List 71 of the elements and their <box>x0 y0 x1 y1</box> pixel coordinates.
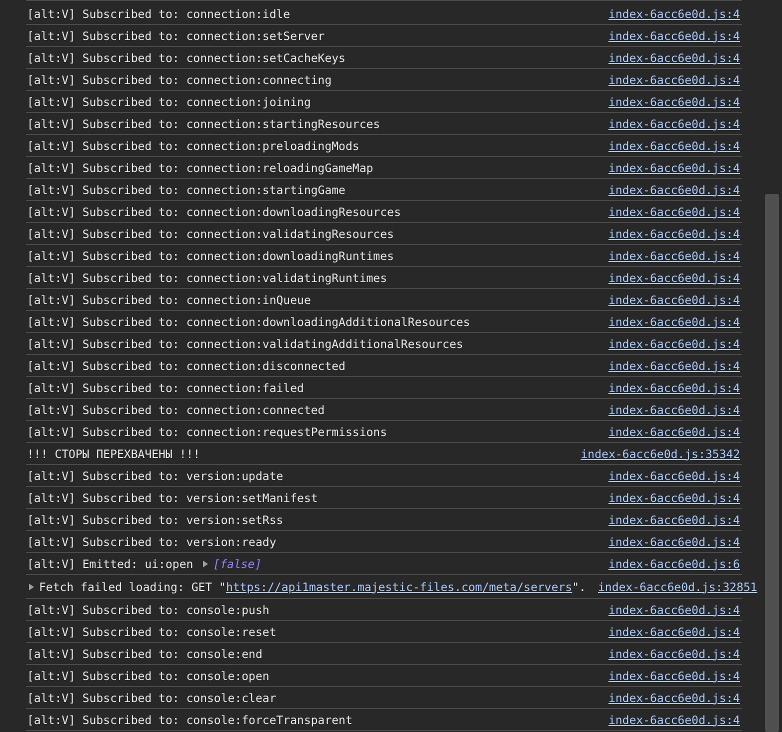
source-link[interactable]: index-6acc6e0d.js:4 <box>608 712 740 726</box>
source-link[interactable]: index-6acc6e0d.js:4 <box>608 270 740 284</box>
source-link[interactable]: index-6acc6e0d.js:4 <box>608 226 740 240</box>
log-message: [alt:V] Subscribed to: connection:preloadingMods <box>27 138 360 152</box>
scrollbar-thumb[interactable] <box>765 194 779 732</box>
log-message: [alt:V] Subscribed to: connection:validatingAdditionalResources <box>27 336 464 350</box>
log-message: [alt:V] Subscribed to: version:setRss <box>27 512 284 526</box>
fetch-message: Fetch failed loading: GET "https://api1master.majestic-files.com/meta/servers". <box>39 580 586 594</box>
object-value[interactable]: [false] <box>213 556 262 570</box>
source-link[interactable]: index-6acc6e0d.js:4 <box>608 72 740 86</box>
expand-triangle-icon[interactable] <box>29 582 34 590</box>
source-link[interactable]: index-6acc6e0d.js:4 <box>608 490 740 504</box>
log-message: [alt:V] Subscribed to: connection:downloadingAdditionalResources <box>27 314 470 328</box>
source-link[interactable]: index-6acc6e0d.js:4 <box>608 468 740 482</box>
log-message: !!! СТОРЫ ПЕРЕХВАЧЕНЫ !!! <box>27 446 200 460</box>
log-message: [alt:V] Emitted: ui:open <box>27 556 194 570</box>
source-link[interactable]: index-6acc6e0d.js:4 <box>608 534 740 548</box>
log-message: [alt:V] Subscribed to: connection:reloadingGameMap <box>27 160 374 174</box>
log-message: [alt:V] Subscribed to: connection:connecting <box>27 72 332 86</box>
source-link[interactable]: index-6acc6e0d.js:35342 <box>580 446 740 460</box>
log-message: [alt:V] Subscribed to: version:ready <box>27 534 276 548</box>
log-message: [alt:V] Subscribed to: connection:failed <box>27 380 304 394</box>
source-link[interactable]: index-6acc6e0d.js:4 <box>608 424 740 438</box>
source-link[interactable]: index-6acc6e0d.js:4 <box>608 160 740 174</box>
log-message: [alt:V] Subscribed to: connection:connected <box>27 402 325 416</box>
log-message: [alt:V] Subscribed to: version:setManifest <box>27 490 318 504</box>
log-message: [alt:V] Subscribed to: console:forceTransparent <box>27 712 352 726</box>
source-link[interactable]: index-6acc6e0d.js:4 <box>608 182 740 196</box>
source-link[interactable]: index-6acc6e0d.js:4 <box>608 358 740 372</box>
log-message: [alt:V] Subscribed to: connection:validatingResources <box>27 226 394 240</box>
log-message: [alt:V] Subscribed to: connection:startingResources <box>27 116 380 130</box>
log-message: [alt:V] Subscribed to: version:update <box>27 468 284 482</box>
log-message: [alt:V] Subscribed to: connection:disconnected <box>27 358 346 372</box>
log-message: [alt:V] Subscribed to: connection:setCacheKeys <box>27 50 346 64</box>
source-link[interactable]: index-6acc6e0d.js:4 <box>608 646 740 660</box>
log-message: [alt:V] Subscribed to: connection:inQueue <box>27 292 311 306</box>
log-message: [alt:V] Subscribed to: connection:validatingRuntimes <box>27 270 388 284</box>
source-link[interactable]: index-6acc6e0d.js:4 <box>608 28 740 42</box>
source-link[interactable]: index-6acc6e0d.js:6 <box>608 556 740 570</box>
source-link[interactable]: index-6acc6e0d.js:4 <box>608 248 740 262</box>
source-link[interactable]: index-6acc6e0d.js:4 <box>608 380 740 394</box>
source-link[interactable]: index-6acc6e0d.js:4 <box>608 292 740 306</box>
log-message: [alt:V] Subscribed to: console:open <box>27 668 270 682</box>
source-link[interactable]: index-6acc6e0d.js:4 <box>608 204 740 218</box>
source-link[interactable]: index-6acc6e0d.js:4 <box>608 668 740 682</box>
source-link[interactable]: index-6acc6e0d.js:4 <box>608 690 740 704</box>
url-link[interactable]: https://api1master.majestic-files.com/meta/servers <box>226 580 572 594</box>
log-message: [alt:V] Subscribed to: connection:setServer <box>27 28 325 42</box>
log-message: [alt:V] Subscribed to: connection:requestPermissions <box>27 424 388 438</box>
log-message: [alt:V] Subscribed to: console:push <box>27 602 270 616</box>
source-link[interactable]: index-6acc6e0d.js:4 <box>608 314 740 328</box>
log-message: [alt:V] Subscribed to: connection:joining <box>27 94 311 108</box>
source-link[interactable]: index-6acc6e0d.js:4 <box>608 402 740 416</box>
source-link[interactable]: index-6acc6e0d.js:4 <box>608 116 740 130</box>
source-link[interactable]: index-6acc6e0d.js:4 <box>608 6 740 20</box>
expand-triangle-icon[interactable] <box>203 560 208 568</box>
log-message: [alt:V] Subscribed to: connection:downloadingResources <box>27 204 401 218</box>
log-message: [alt:V] Subscribed to: console:reset <box>27 624 276 638</box>
source-link[interactable]: index-6acc6e0d.js:4 <box>608 512 740 526</box>
log-message: [alt:V] Subscribed to: connection:startingGame <box>27 182 346 196</box>
log-message: [alt:V] Subscribed to: connection:idle <box>27 6 290 20</box>
log-message: [alt:V] Subscribed to: connection:downloadingRuntimes <box>27 248 394 262</box>
source-link[interactable]: index-6acc6e0d.js:4 <box>608 50 740 64</box>
source-link[interactable]: index-6acc6e0d.js:32851 <box>598 580 758 594</box>
source-link[interactable]: index-6acc6e0d.js:4 <box>608 94 740 108</box>
source-link[interactable]: index-6acc6e0d.js:4 <box>608 602 740 616</box>
log-message: [alt:V] Subscribed to: console:clear <box>27 690 276 704</box>
source-link[interactable]: index-6acc6e0d.js:4 <box>608 138 740 152</box>
log-message: [alt:V] Subscribed to: console:end <box>27 646 262 660</box>
source-link[interactable]: index-6acc6e0d.js:4 <box>608 336 740 350</box>
source-link[interactable]: index-6acc6e0d.js:4 <box>608 624 740 638</box>
